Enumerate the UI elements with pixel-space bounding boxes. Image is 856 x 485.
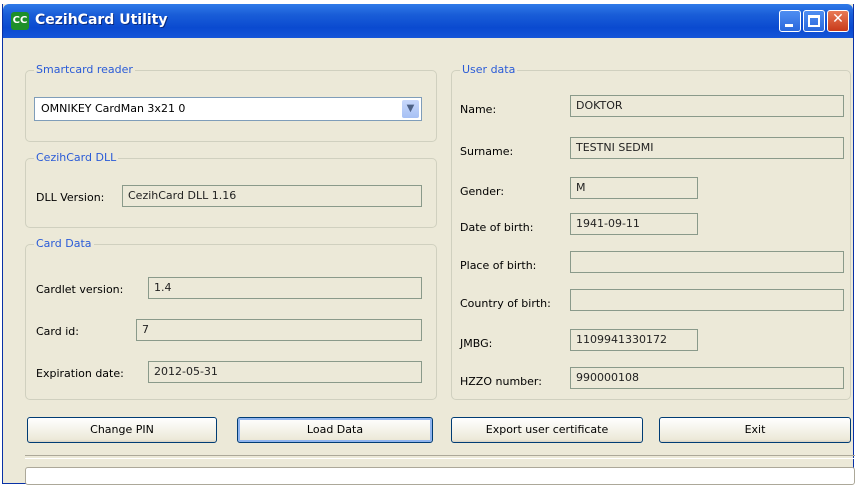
cardlet-version-label: Cardlet version: bbox=[36, 283, 124, 296]
card-id-field: 7 bbox=[136, 319, 422, 341]
date-of-birth-field: 1941-09-11 bbox=[570, 213, 698, 235]
jmbg-label: JMBG: bbox=[460, 337, 493, 350]
gender-label: Gender: bbox=[460, 185, 505, 198]
user-data-legend: User data bbox=[460, 63, 518, 76]
name-field: DOKTOR bbox=[570, 95, 844, 117]
dll-legend: CezihCard DLL bbox=[34, 151, 119, 164]
hzzo-number-field: 990000108 bbox=[570, 367, 844, 389]
smartcard-reader-group: Smartcard reader OMNIKEY CardMan 3x21 0 … bbox=[25, 63, 437, 142]
window-title: CezihCard Utility bbox=[35, 12, 168, 28]
close-icon: ✕ bbox=[832, 11, 844, 27]
expiration-date-label: Expiration date: bbox=[36, 367, 124, 380]
dll-group: CezihCard DLL DLL Version: CezihCard DLL… bbox=[25, 151, 437, 228]
hzzo-number-label: HZZO number: bbox=[460, 375, 542, 388]
country-of-birth-field bbox=[570, 289, 844, 311]
minimize-icon bbox=[785, 24, 793, 27]
country-of-birth-label: Country of birth: bbox=[460, 297, 551, 310]
export-certificate-button[interactable]: Export user certificate bbox=[451, 417, 643, 443]
cardlet-version-field: 1.4 bbox=[148, 277, 422, 299]
close-button[interactable]: ✕ bbox=[827, 10, 849, 32]
maximize-icon bbox=[808, 15, 820, 27]
minimize-button[interactable] bbox=[779, 10, 801, 32]
load-data-button[interactable]: Load Data bbox=[237, 417, 433, 443]
status-bar bbox=[25, 467, 855, 485]
card-id-label: Card id: bbox=[36, 325, 79, 338]
gender-field: M bbox=[570, 177, 698, 199]
smartcard-reader-legend: Smartcard reader bbox=[34, 63, 135, 76]
card-data-group: Card Data Cardlet version: 1.4 Card id: … bbox=[25, 237, 437, 400]
dll-version-label: DLL Version: bbox=[36, 191, 105, 204]
surname-label: Surname: bbox=[460, 145, 514, 158]
name-label: Name: bbox=[460, 103, 497, 116]
reader-select[interactable]: OMNIKEY CardMan 3x21 0 ▼ bbox=[34, 97, 422, 121]
exit-button[interactable]: Exit bbox=[659, 417, 851, 443]
surname-field: TESTNI SEDMI bbox=[570, 137, 844, 159]
app-icon: CC bbox=[11, 12, 29, 30]
dll-version-field: CezihCard DLL 1.16 bbox=[122, 185, 422, 207]
change-pin-button[interactable]: Change PIN bbox=[27, 417, 217, 443]
maximize-button[interactable] bbox=[803, 10, 825, 32]
user-data-group: User data Name: DOKTOR Surname: TESTNI S… bbox=[451, 63, 851, 400]
jmbg-field: 1109941330172 bbox=[570, 329, 698, 351]
card-data-legend: Card Data bbox=[34, 237, 94, 250]
date-of-birth-label: Date of birth: bbox=[460, 221, 534, 234]
app-window: CC CezihCard Utility ✕ Smartcard reader … bbox=[2, 4, 855, 485]
expiration-date-field: 2012-05-31 bbox=[148, 361, 422, 383]
title-bar[interactable]: CC CezihCard Utility ✕ bbox=[3, 4, 853, 38]
separator bbox=[25, 455, 855, 459]
place-of-birth-label: Place of birth: bbox=[460, 259, 537, 272]
place-of-birth-field bbox=[570, 251, 844, 273]
chevron-down-icon[interactable]: ▼ bbox=[402, 100, 419, 118]
reader-select-value: OMNIKEY CardMan 3x21 0 bbox=[41, 102, 186, 115]
